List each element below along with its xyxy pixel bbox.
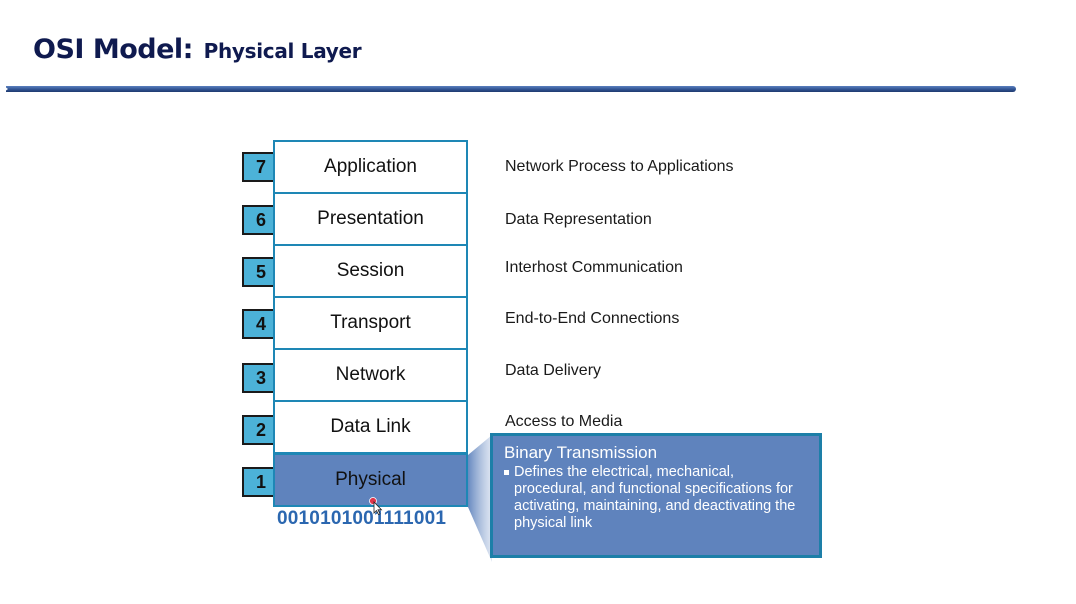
- layer-presentation[interactable]: Presentation: [273, 192, 468, 246]
- mouse-cursor-icon: [369, 497, 383, 515]
- title-divider: [4, 86, 1016, 92]
- layer-data-link[interactable]: Data Link: [273, 400, 468, 454]
- callout-bullet-text: Defines the electrical, mechanical, proc…: [514, 464, 796, 531]
- layer-description: Data Delivery: [505, 362, 602, 379]
- callout-heading: Binary Transmission: [504, 443, 658, 462]
- layer-application[interactable]: Application: [273, 140, 468, 194]
- layer-description: Interhost Communication: [505, 259, 683, 276]
- layer-name: Session: [336, 260, 405, 281]
- layer-detail-callout: Binary Transmission Defines the electric…: [490, 433, 822, 558]
- layer-name: Transport: [330, 312, 411, 333]
- layer-description: End-to-End Connections: [505, 310, 680, 327]
- slide-title-sub: Physical Layer: [203, 39, 362, 63]
- slide-title-main: OSI Model:: [33, 34, 193, 65]
- layer-name: Data Link: [330, 416, 411, 437]
- layer-name: Application: [324, 156, 417, 177]
- layer-session[interactable]: Session: [273, 244, 468, 298]
- callout-connector: [468, 435, 492, 562]
- bullet-icon: [504, 470, 509, 475]
- layer-description: Data Representation: [505, 211, 652, 228]
- layer-name: Presentation: [317, 208, 424, 229]
- layer-name: Network: [335, 364, 406, 385]
- layer-transport[interactable]: Transport: [273, 296, 468, 350]
- binary-stream: 0010101001111001: [277, 508, 447, 529]
- layer-name: Physical: [335, 469, 406, 490]
- slide-title: OSI Model: Physical Layer: [33, 28, 362, 66]
- callout-bullet-item: Defines the electrical, mechanical, proc…: [504, 464, 807, 532]
- layer-description: Network Process to Applications: [505, 158, 734, 175]
- layer-network[interactable]: Network: [273, 348, 468, 402]
- layer-description: Access to Media: [505, 413, 623, 430]
